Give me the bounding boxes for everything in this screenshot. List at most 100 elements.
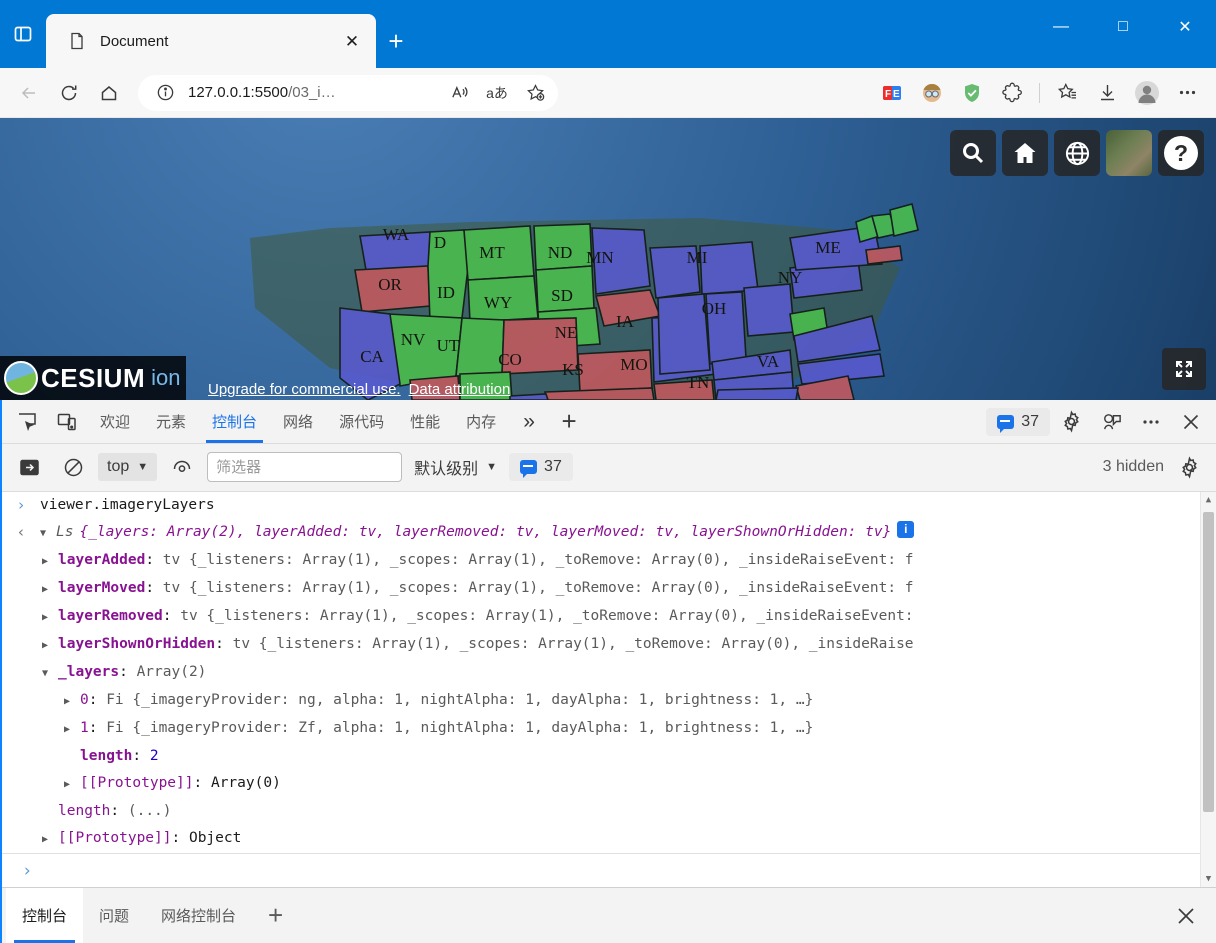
console-row[interactable]: _layers : Array(2) [2, 659, 1216, 687]
console-row[interactable]: layerRemoved : tv {_listeners: Array(1),… [2, 603, 1216, 631]
translate-icon[interactable]: aあ [482, 78, 512, 108]
expand-toggle[interactable] [64, 717, 80, 741]
maximize-button[interactable]: □ [1092, 0, 1154, 54]
log-level-select[interactable]: 默认级别 ▼ [408, 451, 503, 483]
console-sidebar-icon[interactable] [10, 448, 48, 486]
scroll-up-icon[interactable]: ▲ [1201, 492, 1216, 508]
minimize-button[interactable]: — [1030, 0, 1092, 54]
svg-text:WY: WY [484, 293, 512, 312]
tab-performance[interactable]: 性能 [398, 400, 452, 443]
base-layer-picker-button[interactable] [1106, 130, 1152, 176]
geocoder-search-button[interactable] [950, 130, 996, 176]
tab-elements[interactable]: 元素 [144, 400, 198, 443]
console-row[interactable]: length : 2 [2, 743, 1216, 770]
console-prompt[interactable]: › [2, 852, 1216, 887]
row-value: tv {_listeners: Array(1), _scopes: Array… [180, 607, 914, 624]
clear-console-icon[interactable] [54, 448, 92, 486]
collections-icon[interactable] [1048, 74, 1086, 112]
tab-network[interactable]: 网络 [271, 400, 325, 443]
console-row[interactable]: 1 : Fi {_imageryProvider: Zf, alpha: 1, … [2, 715, 1216, 743]
console-scrollbar[interactable]: ▲ ▼ [1200, 491, 1216, 887]
tab-console[interactable]: 控制台 [200, 400, 269, 443]
expand-toggle[interactable] [42, 661, 58, 685]
expand-toggle[interactable] [42, 827, 58, 851]
expand-toggle[interactable] [40, 521, 56, 545]
drawer-tab-issues[interactable]: 问题 [83, 888, 145, 943]
tab-memory[interactable]: 内存 [454, 400, 508, 443]
expand-toggle[interactable] [42, 577, 58, 601]
home-view-button[interactable] [1002, 130, 1048, 176]
drawer-tab-network-console[interactable]: 网络控制台 [145, 888, 252, 943]
customize-devtools-icon[interactable] [1092, 403, 1130, 441]
console-row[interactable]: [[Prototype]] : Object [2, 825, 1216, 853]
console-row[interactable]: length : (...) [2, 798, 1216, 825]
fe-extension-icon[interactable]: F E [873, 74, 911, 112]
more-options-icon[interactable] [1132, 403, 1170, 441]
address-bar[interactable]: 127.0.0.1:5500/03_i… aあ [138, 74, 558, 111]
execution-context-select[interactable]: top ▼ [98, 453, 158, 482]
read-aloud-icon[interactable] [444, 78, 474, 108]
console-row[interactable]: layerMoved : tv {_listeners: Array(1), _… [2, 575, 1216, 603]
expand-toggle[interactable] [42, 633, 58, 657]
close-icon[interactable]: ✕ [338, 27, 366, 55]
close-window-button[interactable]: ✕ [1154, 0, 1216, 54]
extensions-puzzle-icon[interactable] [993, 74, 1031, 112]
result-class: Ls [56, 523, 74, 540]
settings-gear-icon[interactable] [1052, 403, 1090, 441]
device-toggle-icon[interactable] [48, 403, 86, 441]
scrollbar-thumb[interactable] [1203, 511, 1214, 812]
inspect-element-icon[interactable] [8, 403, 46, 441]
tab-welcome[interactable]: 欢迎 [88, 400, 142, 443]
row-property: _layers [58, 663, 120, 680]
console-row[interactable]: layerAdded : tv {_listeners: Array(1), _… [2, 547, 1216, 575]
upgrade-link[interactable]: Upgrade for commercial use. [208, 381, 401, 398]
downloads-icon[interactable] [1088, 74, 1126, 112]
info-icon[interactable]: i [897, 520, 915, 538]
console-issues-badge[interactable]: 37 [509, 453, 573, 482]
scroll-down-icon[interactable]: ▼ [1201, 871, 1216, 887]
fullscreen-button[interactable] [1162, 348, 1206, 390]
console-row[interactable]: [[Prototype]] : Array(0) [2, 770, 1216, 798]
console-row[interactable]: layerShownOrHidden : tv {_listeners: Arr… [2, 631, 1216, 659]
tab-list-icon[interactable] [0, 0, 46, 68]
row-property: [[Prototype]] [80, 774, 194, 791]
issues-badge[interactable]: 37 [986, 407, 1050, 436]
new-tab-button[interactable]: + [376, 14, 416, 68]
expand-toggle[interactable] [42, 549, 58, 573]
add-tab-button[interactable]: + [550, 403, 588, 441]
drawer-add-tab-button[interactable]: + [252, 888, 299, 943]
home-icon[interactable] [90, 74, 128, 112]
adguard-shield-icon[interactable] [953, 74, 991, 112]
expand-toggle[interactable] [64, 772, 80, 796]
back-arrow-icon[interactable] [10, 74, 48, 112]
drawer-tab-console[interactable]: 控制台 [6, 888, 84, 943]
tab-sources[interactable]: 源代码 [327, 400, 396, 443]
profile-avatar-icon[interactable] [1128, 74, 1166, 112]
close-devtools-icon[interactable] [1172, 403, 1210, 441]
expand-toggle[interactable] [64, 689, 80, 713]
data-attribution-link[interactable]: Data attribution [409, 381, 511, 398]
scene-mode-button[interactable] [1054, 130, 1100, 176]
live-expression-icon[interactable] [163, 448, 201, 486]
console-filter-input[interactable] [207, 452, 403, 483]
console-settings-icon[interactable] [1170, 448, 1208, 486]
svg-text:NV: NV [401, 330, 426, 349]
console-row[interactable]: 0 : Fi {_imageryProvider: ng, alpha: 1, … [2, 687, 1216, 715]
cesium-ion-logo[interactable]: CESIUM ion [0, 356, 187, 400]
cesium-viewer[interactable]: WA OR ID D MT ND MN WY SD NE IA NV UT CO… [0, 118, 1216, 400]
navigation-help-button[interactable]: ? [1158, 130, 1204, 176]
expand-arrows-icon [1171, 356, 1197, 382]
site-info-icon[interactable] [150, 78, 180, 108]
console-output[interactable]: › viewer.imageryLayers ‹ Ls {_layers: Ar… [2, 491, 1216, 887]
expand-toggle[interactable] [42, 605, 58, 629]
more-options-icon[interactable] [1168, 74, 1206, 112]
refresh-icon[interactable] [50, 74, 88, 112]
more-tabs-button[interactable]: » [510, 403, 548, 441]
add-favorite-icon[interactable] [520, 78, 550, 108]
avatar-extension-icon[interactable] [913, 74, 951, 112]
browser-tab[interactable]: Document ✕ [46, 14, 376, 68]
close-drawer-icon[interactable] [1174, 904, 1212, 928]
row-value: Fi {_imageryProvider: ng, alpha: 1, nigh… [106, 691, 814, 708]
cesium-wordmark: CESIUM [41, 362, 146, 393]
console-result-header[interactable]: ‹ Ls {_layers: Array(2), layerAdded: tv,… [2, 519, 1216, 547]
